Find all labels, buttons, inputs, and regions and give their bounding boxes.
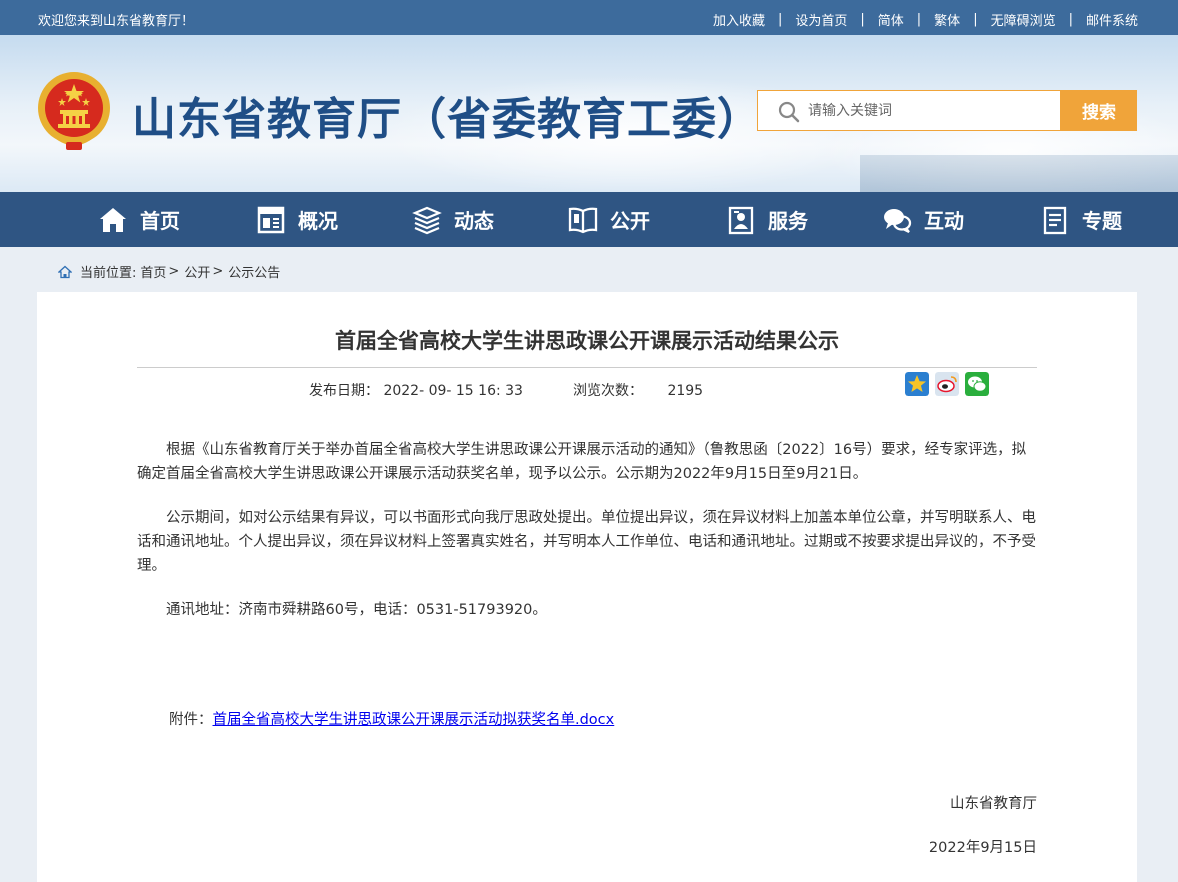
separator: | bbox=[777, 12, 783, 27]
article-title: 首届全省高校大学生讲思政课公开课展示活动结果公示 bbox=[335, 329, 839, 353]
views-label: 浏览次数： bbox=[573, 383, 643, 399]
add-favorite-link[interactable]: 加入收藏 bbox=[713, 10, 765, 29]
home-icon bbox=[100, 207, 126, 232]
article-card: 首届全省高校大学生讲思政课公开课展示活动结果公示 发布日期： 2022- 09-… bbox=[37, 292, 1137, 882]
breadcrumb-home[interactable]: 首页 bbox=[140, 262, 166, 281]
views-count: 2195 bbox=[667, 383, 704, 399]
search-input[interactable] bbox=[808, 99, 1048, 123]
article-paragraph: 公示期间，如对公示结果有异议，可以书面形式向我厅思政处提出。单位提出异议，须在异… bbox=[137, 510, 1036, 574]
nav-item-home[interactable]: 首页 bbox=[98, 192, 180, 247]
news-icon bbox=[412, 206, 442, 234]
qzone-icon[interactable] bbox=[905, 372, 929, 396]
breadcrumb-prefix: 当前位置: bbox=[80, 266, 137, 281]
search-icon bbox=[778, 101, 800, 123]
top-bar: 欢迎您来到山东省教育厅！ 加入收藏 | 设为首页 | 简体 | 繁体 | 无障碍… bbox=[0, 0, 1178, 35]
main-nav: 首页 概况 动态 公开 服务 互动 专题 bbox=[0, 192, 1178, 247]
article-paragraph: 根据《山东省教育厅关于举办首届全省高校大学生讲思政课公开课展示活动的通知》（鲁教… bbox=[137, 442, 1027, 482]
signature: 山东省教育厅 bbox=[950, 796, 1037, 812]
separator: | bbox=[860, 12, 865, 27]
site-title: 山东省教育厅（省委教育工委） bbox=[132, 94, 762, 145]
article-paragraph: 通讯地址：济南市舜耕路60号，电话：0531-51793920。 bbox=[166, 602, 547, 618]
nav-item-topics[interactable]: 专题 bbox=[1040, 192, 1122, 247]
breadcrumb-separator: > bbox=[212, 264, 224, 279]
attachment-link[interactable]: 首届全省高校大学生讲思政课公开课展示活动拟获奖名单.docx bbox=[213, 712, 615, 728]
nav-item-public[interactable]: 公开 bbox=[568, 192, 650, 247]
weibo-icon[interactable] bbox=[935, 372, 959, 396]
nav-label: 互动 bbox=[924, 209, 964, 233]
publish-date: 2022- 09- 15 16: 33 bbox=[383, 383, 523, 399]
title-divider bbox=[137, 367, 1037, 368]
search-button[interactable]: 搜索 bbox=[1061, 90, 1137, 131]
nav-item-news[interactable]: 动态 bbox=[412, 192, 494, 247]
topic-icon bbox=[1043, 206, 1067, 234]
simplified-link[interactable]: 简体 bbox=[878, 10, 904, 29]
overview-icon bbox=[257, 206, 285, 233]
accessibility-link[interactable]: 无障碍浏览 bbox=[991, 10, 1056, 29]
welcome-text: 欢迎您来到山东省教育厅！ bbox=[38, 14, 195, 29]
publish-info: 发布日期： 2022- 09- 15 16: 33 bbox=[309, 380, 523, 400]
wechat-icon[interactable] bbox=[965, 372, 989, 396]
breadcrumb-public[interactable]: 公开 bbox=[184, 262, 210, 281]
views-info: 浏览次数： 2195 bbox=[573, 380, 703, 400]
header-banner: 山东省教育厅（省委教育工委） 搜索 bbox=[0, 35, 1178, 192]
service-icon bbox=[728, 206, 754, 234]
nav-label: 动态 bbox=[454, 209, 494, 233]
sign-date: 2022年9月15日 bbox=[928, 840, 1037, 856]
breadcrumb-notice[interactable]: 公示公告 bbox=[228, 262, 280, 281]
chat-icon bbox=[884, 208, 912, 233]
separator: | bbox=[916, 12, 922, 27]
nav-item-overview[interactable]: 概况 bbox=[256, 192, 338, 247]
home-icon bbox=[58, 265, 72, 278]
building-decoration bbox=[860, 155, 1178, 192]
attachment-label: 附件： bbox=[169, 712, 213, 728]
nav-label: 专题 bbox=[1082, 209, 1122, 233]
nav-label: 公开 bbox=[610, 209, 650, 233]
book-icon bbox=[568, 207, 598, 233]
nav-item-service[interactable]: 服务 bbox=[726, 192, 808, 247]
nav-label: 概况 bbox=[298, 209, 338, 233]
mail-system-link[interactable]: 邮件系统 bbox=[1086, 10, 1138, 29]
search-box bbox=[757, 90, 1061, 131]
separator: | bbox=[973, 12, 978, 27]
top-links: 加入收藏 | 设为首页 | 简体 | 繁体 | 无障碍浏览 | 邮件系统 bbox=[713, 10, 1138, 29]
nav-item-interact[interactable]: 互动 bbox=[882, 192, 964, 247]
national-emblem-icon bbox=[38, 72, 110, 150]
separator: | bbox=[1068, 12, 1073, 27]
breadcrumb-separator: > bbox=[168, 264, 180, 279]
nav-label: 首页 bbox=[140, 209, 180, 233]
attachment: 附件：首届全省高校大学生讲思政课公开课展示活动拟获奖名单.docx bbox=[169, 708, 614, 729]
set-homepage-link[interactable]: 设为首页 bbox=[795, 10, 847, 29]
breadcrumb: 当前位置: 首页 > 公开 > 公示公告 bbox=[58, 262, 280, 281]
traditional-link[interactable]: 繁体 bbox=[934, 10, 960, 29]
nav-label: 服务 bbox=[768, 209, 808, 233]
publish-label: 发布日期： bbox=[309, 383, 379, 399]
